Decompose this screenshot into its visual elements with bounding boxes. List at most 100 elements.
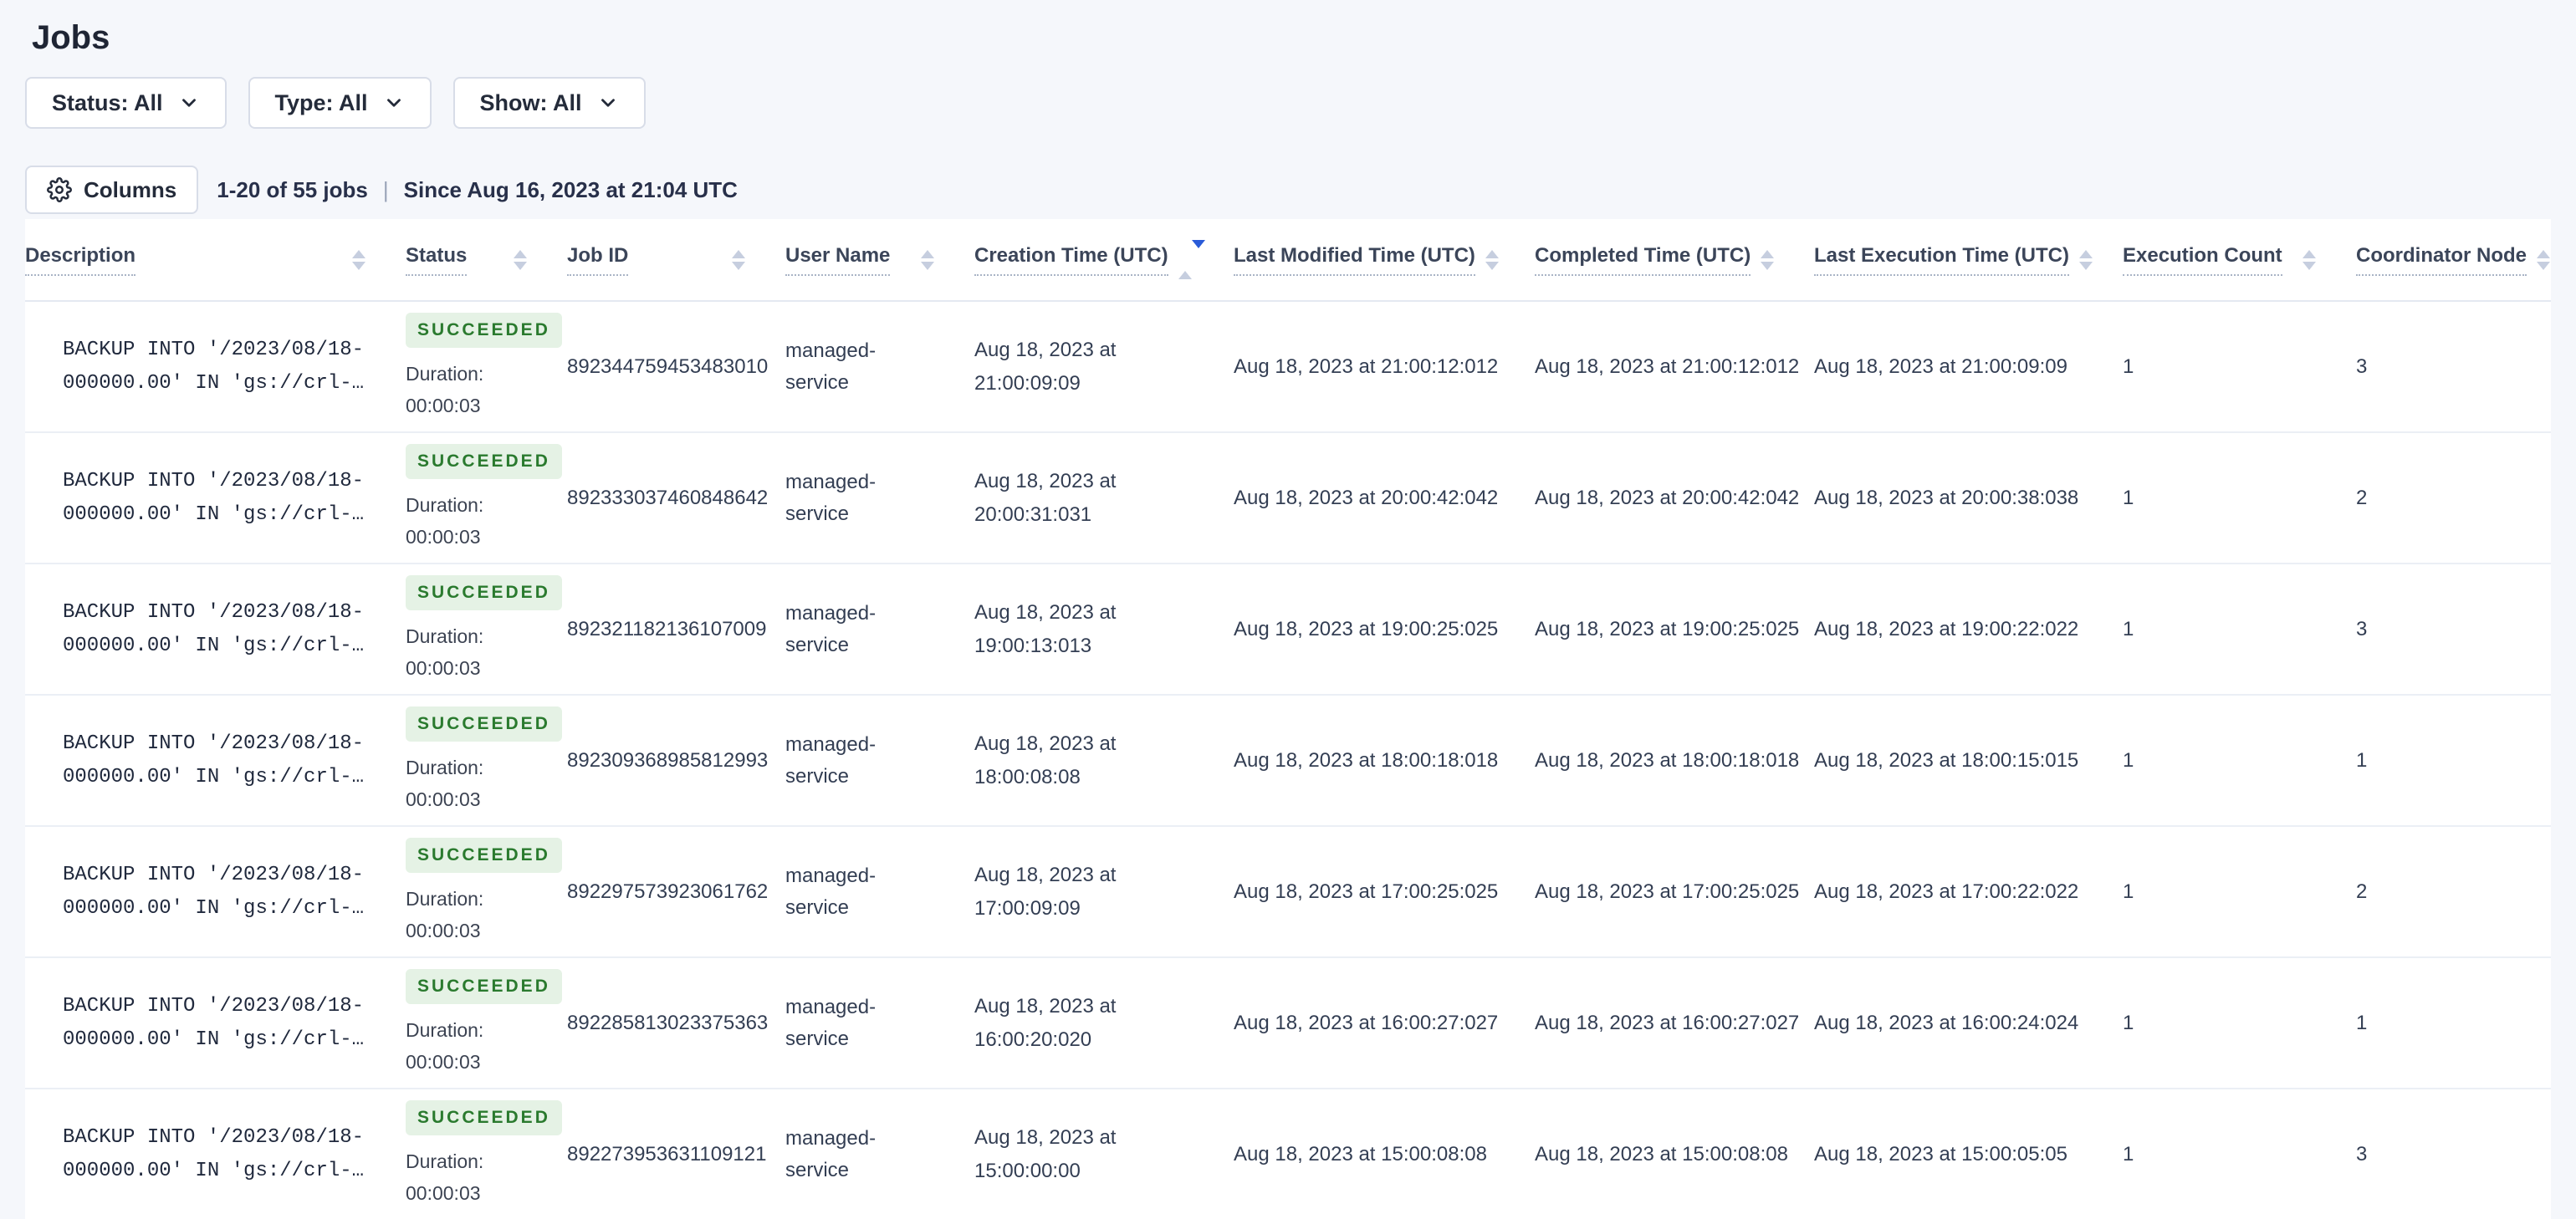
job-id: 892297573923061762 bbox=[567, 826, 785, 958]
columns-button[interactable]: Columns bbox=[25, 166, 199, 214]
column-header-label: Execution Count bbox=[2123, 244, 2282, 276]
completed-time: Aug 18, 2023 at 15:00:08:08 bbox=[1535, 1089, 1814, 1219]
duration-value: 00:00:03 bbox=[406, 1050, 481, 1073]
execution-count: 1 bbox=[2123, 564, 2356, 696]
coordinator-node: 3 bbox=[2356, 564, 2551, 696]
status-badge: SUCCEEDED bbox=[406, 706, 562, 742]
column-header[interactable]: Job ID bbox=[567, 219, 785, 302]
coordinator-node: 1 bbox=[2356, 957, 2551, 1089]
toolbar-divider: | bbox=[382, 176, 389, 202]
last-execution-time: Aug 18, 2023 at 20:00:38:038 bbox=[1814, 432, 2123, 564]
table-header-row: Description Status Job ID User Name Crea… bbox=[25, 219, 2551, 302]
chevron-down-icon bbox=[601, 99, 615, 107]
duration-label: Duration: bbox=[406, 362, 484, 385]
column-header[interactable]: Completed Time (UTC) bbox=[1535, 219, 1814, 302]
status-badge: SUCCEEDED bbox=[406, 312, 562, 348]
sort-icon[interactable] bbox=[2537, 249, 2550, 270]
sort-icon[interactable] bbox=[2303, 249, 2316, 270]
duration-label: Duration: bbox=[406, 625, 484, 647]
chevron-down-icon bbox=[181, 99, 196, 107]
last-execution-time: Aug 18, 2023 at 19:00:22:022 bbox=[1814, 564, 2123, 696]
status-badge: SUCCEEDED bbox=[406, 443, 562, 479]
job-description-link[interactable]: BACKUP INTO '/2023/08/18- 000000.00' IN … bbox=[63, 859, 406, 926]
coordinator-node: 3 bbox=[2356, 1089, 2551, 1219]
sort-icon[interactable] bbox=[921, 249, 934, 270]
jobs-count: 1-20 of 55 jobs bbox=[217, 176, 368, 202]
user-name: managed-service bbox=[785, 1089, 974, 1219]
column-header-label: Job ID bbox=[567, 244, 629, 276]
sort-icon[interactable] bbox=[1485, 249, 1499, 270]
last-execution-time: Aug 18, 2023 at 21:00:09:09 bbox=[1814, 301, 2123, 433]
table-row: BACKUP INTO '/2023/08/18- 000000.00' IN … bbox=[25, 301, 2551, 433]
completed-time: Aug 18, 2023 at 19:00:25:025 bbox=[1535, 564, 1814, 696]
user-name: managed-service bbox=[785, 301, 974, 433]
filter-dropdown[interactable]: Show: All bbox=[452, 77, 646, 129]
user-name: managed-service bbox=[785, 826, 974, 958]
creation-time: Aug 18, 2023 at 19:00:13:013 bbox=[974, 564, 1234, 696]
job-duration: Duration: 00:00:03 bbox=[406, 752, 567, 815]
job-description-link[interactable]: BACKUP INTO '/2023/08/18- 000000.00' IN … bbox=[63, 334, 406, 400]
filter-dropdown-label: Show: All bbox=[479, 89, 582, 115]
table-row: BACKUP INTO '/2023/08/18- 000000.00' IN … bbox=[25, 432, 2551, 564]
sort-icon[interactable] bbox=[2078, 249, 2093, 270]
job-description-link[interactable]: BACKUP INTO '/2023/08/18- 000000.00' IN … bbox=[63, 727, 406, 794]
job-description-link[interactable]: BACKUP INTO '/2023/08/18- 000000.00' IN … bbox=[63, 1121, 406, 1188]
column-header[interactable]: Execution Count bbox=[2123, 219, 2356, 302]
job-description-link[interactable]: BACKUP INTO '/2023/08/18- 000000.00' IN … bbox=[63, 990, 406, 1057]
filter-dropdown-label: Status: All bbox=[52, 89, 163, 115]
column-header-label: Completed Time (UTC) bbox=[1535, 244, 1751, 276]
duration-label: Duration: bbox=[406, 493, 484, 516]
duration-value: 00:00:03 bbox=[406, 788, 481, 810]
filter-dropdown[interactable]: Status: All bbox=[25, 77, 227, 129]
last-modified-time: Aug 18, 2023 at 19:00:25:025 bbox=[1234, 564, 1535, 696]
execution-count: 1 bbox=[2123, 432, 2356, 564]
column-header[interactable]: Coordinator Node bbox=[2356, 219, 2551, 302]
job-id: 892309368985812993 bbox=[567, 695, 785, 827]
last-execution-time: Aug 18, 2023 at 16:00:24:024 bbox=[1814, 957, 2123, 1089]
status-badge: SUCCEEDED bbox=[406, 574, 562, 610]
job-duration: Duration: 00:00:03 bbox=[406, 358, 567, 421]
coordinator-node: 1 bbox=[2356, 695, 2551, 827]
column-header[interactable]: Last Execution Time (UTC) bbox=[1814, 219, 2123, 302]
column-header[interactable]: Description bbox=[25, 219, 406, 302]
column-header-label: Creation Time (UTC) bbox=[974, 244, 1168, 276]
since-text: Since Aug 16, 2023 at 21:04 UTC bbox=[403, 176, 738, 202]
duration-value: 00:00:03 bbox=[406, 525, 481, 548]
column-header[interactable]: User Name bbox=[785, 219, 974, 302]
table-toolbar: Columns 1-20 of 55 jobs | Since Aug 16, … bbox=[25, 166, 2551, 214]
coordinator-node: 3 bbox=[2356, 301, 2551, 433]
user-name: managed-service bbox=[785, 957, 974, 1089]
user-name: managed-service bbox=[785, 695, 974, 827]
last-modified-time: Aug 18, 2023 at 17:00:25:025 bbox=[1234, 826, 1535, 958]
sort-icon[interactable] bbox=[1178, 239, 1205, 279]
status-badge: SUCCEEDED bbox=[406, 837, 562, 873]
creation-time: Aug 18, 2023 at 20:00:31:031 bbox=[974, 432, 1234, 564]
duration-label: Duration: bbox=[406, 887, 484, 910]
job-id: 892344759453483010 bbox=[567, 301, 785, 433]
last-modified-time: Aug 18, 2023 at 18:00:18:018 bbox=[1234, 695, 1535, 827]
last-execution-time: Aug 18, 2023 at 15:00:05:05 bbox=[1814, 1089, 2123, 1219]
completed-time: Aug 18, 2023 at 21:00:12:012 bbox=[1535, 301, 1814, 433]
job-description-link[interactable]: BACKUP INTO '/2023/08/18- 000000.00' IN … bbox=[63, 596, 406, 663]
column-header[interactable]: Status bbox=[406, 219, 567, 302]
duration-value: 00:00:03 bbox=[406, 656, 481, 679]
jobs-page: Jobs Status: All Type: All Show: All Col… bbox=[0, 18, 2576, 1219]
user-name: managed-service bbox=[785, 564, 974, 696]
sort-icon[interactable] bbox=[352, 249, 365, 270]
job-duration: Duration: 00:00:03 bbox=[406, 1145, 567, 1209]
column-header-label: Status bbox=[406, 244, 468, 276]
job-duration: Duration: 00:00:03 bbox=[406, 489, 567, 553]
sort-icon[interactable] bbox=[732, 249, 745, 270]
completed-time: Aug 18, 2023 at 18:00:18:018 bbox=[1535, 695, 1814, 827]
filter-dropdown[interactable]: Type: All bbox=[248, 77, 432, 129]
job-description-link[interactable]: BACKUP INTO '/2023/08/18- 000000.00' IN … bbox=[63, 465, 406, 532]
column-header[interactable]: Creation Time (UTC) bbox=[974, 219, 1234, 302]
table-row: BACKUP INTO '/2023/08/18- 000000.00' IN … bbox=[25, 1089, 2551, 1219]
sort-icon[interactable] bbox=[1761, 249, 1775, 270]
last-modified-time: Aug 18, 2023 at 16:00:27:027 bbox=[1234, 957, 1535, 1089]
creation-time: Aug 18, 2023 at 18:00:08:08 bbox=[974, 695, 1234, 827]
coordinator-node: 2 bbox=[2356, 826, 2551, 958]
last-execution-time: Aug 18, 2023 at 17:00:22:022 bbox=[1814, 826, 2123, 958]
column-header[interactable]: Last Modified Time (UTC) bbox=[1234, 219, 1535, 302]
sort-icon[interactable] bbox=[514, 249, 527, 270]
